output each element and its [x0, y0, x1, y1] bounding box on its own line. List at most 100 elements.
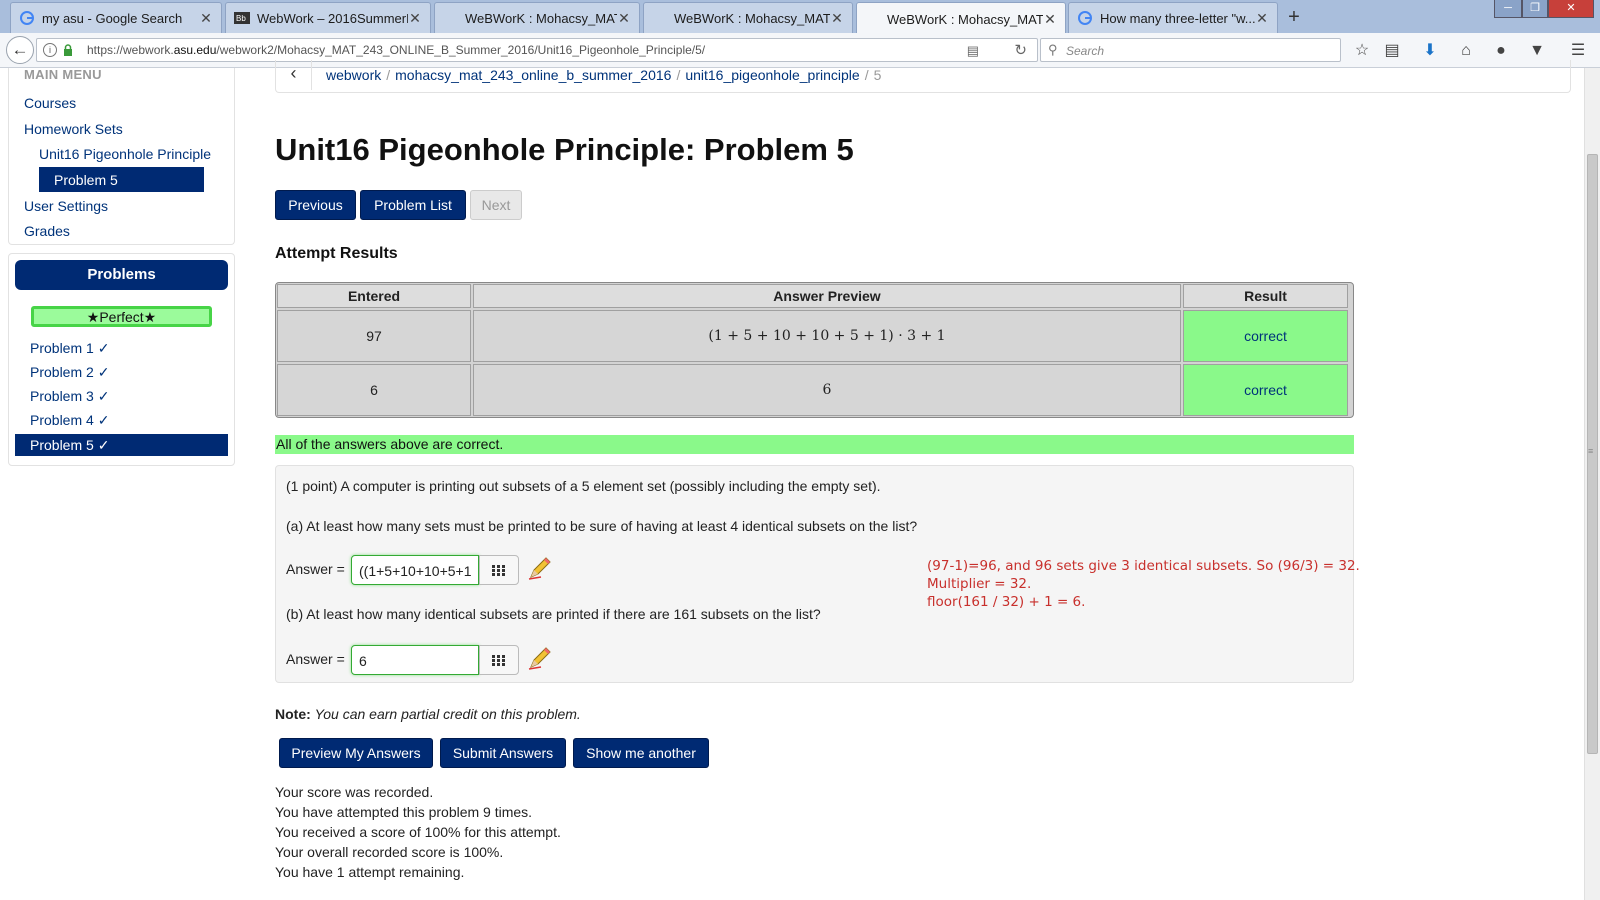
submit-answers-button[interactable]: Submit Answers [440, 738, 566, 768]
problems-panel: Problems ★Perfect★ Problem 1 ✓ Problem 2… [8, 253, 235, 466]
menu-icon[interactable]: ☰ [1568, 41, 1588, 61]
answer-a-input[interactable]: ((1+5+10+10+5+1 [351, 555, 479, 585]
minimize-icon[interactable]: ─ [1494, 0, 1522, 18]
restore-icon[interactable]: ❐ [1522, 0, 1548, 18]
close-tab-icon[interactable]: ✕ [408, 10, 422, 27]
menu-active-problem[interactable]: Problem 5 [39, 167, 204, 192]
table-header-row: Entered Answer Preview Result [276, 283, 1353, 309]
answer-a-label: Answer = [286, 561, 345, 577]
vertical-scrollbar[interactable]: ≡ [1584, 68, 1600, 900]
note-text: You can earn partial credit on this prob… [314, 706, 581, 722]
problem-list-button[interactable]: Problem List [360, 190, 466, 220]
problem-link-1[interactable]: Problem 1 ✓ [30, 340, 109, 357]
preview-cell: (1 + 5 + 10 + 10 + 5 + 1) · 3 + 1 [473, 310, 1181, 362]
menu-user-settings-link[interactable]: User Settings [24, 198, 108, 214]
result-cell: correct [1183, 364, 1348, 416]
reader-view-icon[interactable]: ▤ [967, 43, 979, 59]
bb-icon: Bb [234, 10, 250, 26]
entered-cell: 97 [277, 310, 471, 362]
google-icon [19, 10, 35, 26]
pencil-icon[interactable] [527, 645, 553, 671]
address-bar[interactable]: i https://webwork.asu.edu/webwork2/Mohac… [36, 38, 1038, 62]
problem-intro: (1 point) A computer is printing out sub… [286, 478, 881, 494]
tab-webwork-blackboard[interactable]: Bb WebWork – 2016SummerB... ✕ [225, 2, 431, 33]
breadcrumb-link-webwork[interactable]: webwork [326, 67, 381, 83]
breadcrumb-link-course[interactable]: mohacsy_mat_243_online_b_summer_2016 [395, 67, 671, 83]
chat-icon[interactable]: ● [1491, 41, 1511, 61]
answer-b-input[interactable]: 6 [351, 645, 479, 675]
breadcrumb-link-set[interactable]: unit16_pigeonhole_principle [685, 67, 859, 83]
close-tab-icon[interactable]: ✕ [830, 10, 844, 27]
tab-webwork-2[interactable]: WeBWorK : Mohacsy_MAT... ✕ [643, 2, 853, 33]
all-correct-banner: All of the answers above are correct. [275, 435, 1354, 454]
close-tab-icon[interactable]: ✕ [617, 10, 631, 27]
page-title: Unit16 Pigeonhole Principle: Problem 5 [275, 132, 854, 167]
search-input[interactable]: ⚲ Search [1040, 38, 1341, 62]
attempt-results-heading: Attempt Results [275, 245, 398, 262]
close-window-icon[interactable]: ✕ [1548, 0, 1594, 18]
breadcrumb-back-button[interactable]: ‹ [276, 60, 312, 90]
attempt-results-table: Entered Answer Preview Result 97 (1 + 5 … [275, 282, 1354, 418]
breadcrumb: ‹ webwork / mohacsy_mat_243_online_b_summe… [275, 60, 1571, 93]
info-icon[interactable]: i [43, 43, 57, 57]
entered-cell: 6 [277, 364, 471, 416]
previous-button[interactable]: Previous [275, 190, 356, 220]
pencil-icon[interactable] [527, 555, 553, 581]
table-row: 97 (1 + 5 + 10 + 10 + 5 + 1) · 3 + 1 cor… [276, 309, 1353, 363]
show-another-button[interactable]: Show me another [573, 738, 709, 768]
preview-answers-button[interactable]: Preview My Answers [279, 738, 433, 768]
tab-title: WeBWorK : Mohacsy_MAT... [674, 10, 830, 26]
preview-cell: 6 [473, 364, 1181, 416]
tab-webwork-1[interactable]: WeBWorK : Mohacsy_MAT... ✕ [434, 2, 640, 33]
url-path: /webwork2/Mohacsy_MAT_243_ONLINE_B_Summe… [216, 43, 706, 57]
close-tab-icon[interactable]: ✕ [1043, 11, 1057, 28]
new-tab-button[interactable]: + [1281, 4, 1307, 30]
status-line: Your overall recorded score is 100%. [275, 844, 504, 860]
problem-part-a: (a) At least how many sets must be print… [286, 518, 918, 534]
problem-link-5[interactable]: Problem 5 ✓ [15, 434, 228, 456]
problem-link-3[interactable]: Problem 3 ✓ [30, 388, 109, 405]
tab-strip: my asu - Google Search ✕ Bb WebWork – 20… [0, 0, 1600, 35]
menu-set-link[interactable]: Unit16 Pigeonhole Principle [39, 146, 211, 162]
answer-b-label: Answer = [286, 651, 345, 667]
bookmarks-list-icon[interactable]: ▤ [1382, 41, 1402, 61]
partial-credit-note: Note: You can earn partial credit on thi… [275, 706, 581, 722]
equation-editor-grid-icon[interactable] [479, 555, 519, 585]
problem-link-2[interactable]: Problem 2 ✓ [30, 364, 109, 381]
scrollbar-grip-icon: ≡ [1588, 446, 1594, 456]
status-line: You have 1 attempt remaining. [275, 864, 465, 880]
tab-my-asu-search[interactable]: my asu - Google Search ✕ [10, 2, 222, 33]
status-line: You have attempted this problem 9 times. [275, 804, 533, 820]
note-line: floor(161 / 32) + 1 = 6. [927, 594, 1086, 610]
close-tab-icon[interactable]: ✕ [1255, 10, 1269, 27]
tab-title: my asu - Google Search [42, 10, 183, 26]
problem-part-b: (b) At least how many identical subsets … [286, 606, 821, 622]
status-line: You received a score of 100% for this at… [275, 824, 561, 840]
home-icon[interactable]: ⌂ [1456, 41, 1476, 61]
handwritten-notes: (97-1)=96, and 96 sets give 3 identical … [927, 557, 1360, 611]
column-header-entered: Entered [277, 284, 471, 308]
download-icon[interactable]: ⬇ [1420, 41, 1440, 61]
pocket-icon[interactable]: ▼ [1527, 41, 1547, 61]
menu-courses-link[interactable]: Courses [24, 95, 76, 111]
problem-body: (1 point) A computer is printing out sub… [275, 465, 1360, 683]
breadcrumb-separator: / [864, 67, 869, 83]
main-menu-title: MAIN MENU [24, 67, 102, 82]
column-header-preview: Answer Preview [473, 284, 1181, 308]
equation-editor-grid-icon[interactable] [479, 645, 519, 675]
tab-webwork-active[interactable]: WeBWorK : Mohacsy_MAT... ✕ [856, 2, 1066, 35]
problem-link-4[interactable]: Problem 4 ✓ [30, 412, 109, 429]
tab-how-many-search[interactable]: How many three-letter "w... ✕ [1068, 2, 1278, 33]
tab-title: WeBWorK : Mohacsy_MAT... [465, 10, 617, 26]
back-button[interactable]: ← [6, 36, 34, 64]
breadcrumb-current: 5 [873, 67, 882, 83]
svg-text:Bb: Bb [236, 14, 246, 23]
table-row: 6 6 correct [276, 363, 1353, 417]
url-prefix: https://webwork. [87, 43, 174, 57]
lock-icon [63, 44, 73, 56]
close-tab-icon[interactable]: ✕ [199, 10, 213, 27]
bookmark-star-icon[interactable]: ☆ [1352, 41, 1372, 61]
reload-icon[interactable]: ↻ [1014, 41, 1027, 59]
menu-homework-sets-link[interactable]: Homework Sets [24, 121, 123, 137]
menu-grades-link[interactable]: Grades [24, 223, 70, 239]
